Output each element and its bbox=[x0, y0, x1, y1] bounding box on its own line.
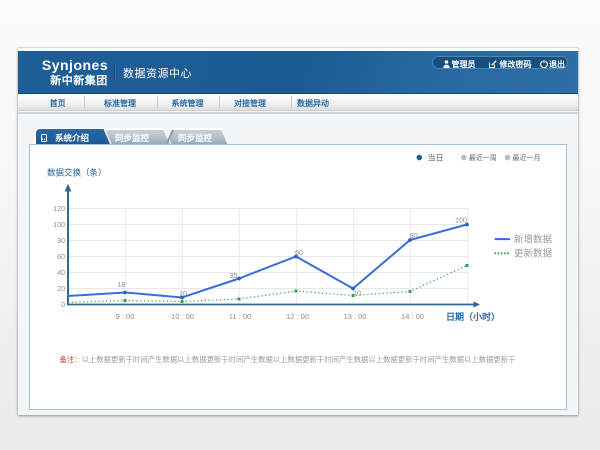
svg-text:10: 10 bbox=[353, 291, 361, 298]
svg-text:当日: 当日 bbox=[428, 153, 444, 163]
svg-text:10 : 00: 10 : 00 bbox=[171, 312, 194, 321]
svg-text:11 : 00: 11 : 00 bbox=[229, 312, 251, 321]
svg-text:80: 80 bbox=[57, 238, 65, 245]
svg-text:100: 100 bbox=[455, 218, 467, 225]
svg-text:新增数据: 新增数据 bbox=[514, 234, 553, 246]
svg-text:数据交换（条）: 数据交换（条） bbox=[47, 168, 107, 178]
svg-text:40: 40 bbox=[57, 270, 65, 277]
svg-text:最近一月: 最近一月 bbox=[513, 153, 541, 162]
svg-text:13 : 00: 13 : 00 bbox=[344, 312, 367, 321]
svg-text:10: 10 bbox=[179, 291, 187, 298]
svg-text:12 : 00: 12 : 00 bbox=[286, 312, 309, 321]
svg-text:120: 120 bbox=[53, 206, 65, 213]
svg-text:日期（小时）: 日期（小时） bbox=[446, 311, 500, 322]
svg-text:60: 60 bbox=[57, 254, 65, 261]
svg-text:35: 35 bbox=[230, 273, 238, 280]
svg-text:60: 60 bbox=[295, 250, 303, 257]
svg-text:20: 20 bbox=[57, 286, 65, 293]
svg-text:9 : 00: 9 : 00 bbox=[116, 312, 135, 321]
svg-text:18: 18 bbox=[118, 282, 126, 289]
svg-text:0: 0 bbox=[61, 302, 65, 309]
svg-text:最近一周: 最近一周 bbox=[469, 153, 497, 162]
svg-text:备注：以上数据更新于时间产生数据以上数据更新于时间产生数据以: 备注：以上数据更新于时间产生数据以上数据更新于时间产生数据以上数据更新于时间产生… bbox=[60, 355, 516, 364]
svg-text:更新数据: 更新数据 bbox=[514, 248, 553, 260]
svg-text:100: 100 bbox=[53, 222, 65, 229]
svg-text:80: 80 bbox=[410, 233, 418, 240]
svg-text:14 : 00: 14 : 00 bbox=[401, 312, 424, 321]
